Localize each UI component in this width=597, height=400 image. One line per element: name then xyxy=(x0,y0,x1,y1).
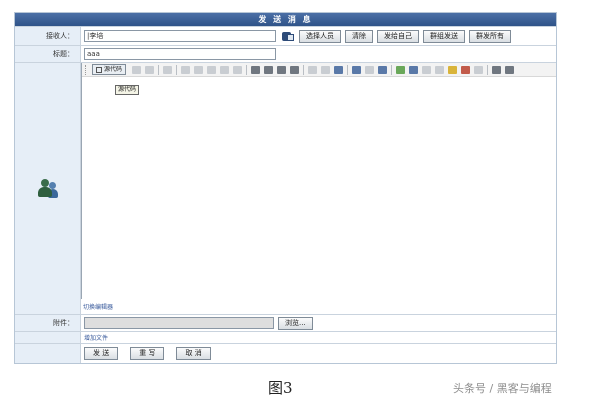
horizontal-rule-icon[interactable] xyxy=(435,65,445,74)
unordered-list-icon[interactable] xyxy=(321,65,331,74)
link-icon[interactable] xyxy=(352,65,362,74)
source-code-icon xyxy=(96,66,102,73)
recipient-input[interactable]: |李培 xyxy=(84,30,276,42)
paste-icon[interactable] xyxy=(207,65,217,74)
strikethrough-icon[interactable] xyxy=(290,65,300,74)
send-message-form: 发 送 消 息 接收人： |李培 选择人员 清除 发给自己 群组发送 群发所有 … xyxy=(14,12,557,364)
rich-text-editor[interactable]: 源代码 源代码 xyxy=(81,63,556,299)
paste-text-icon[interactable] xyxy=(220,65,230,74)
add-file-link[interactable]: 增加文件 xyxy=(84,333,108,342)
cancel-button[interactable]: 取 消 xyxy=(176,347,211,360)
recipient-row: 接收人： |李培 选择人员 清除 发给自己 群组发送 群发所有 xyxy=(15,26,556,45)
template-icon[interactable] xyxy=(145,65,155,74)
text-color-icon[interactable] xyxy=(492,65,502,74)
attachment-row: 附件： 浏览... xyxy=(15,314,556,331)
clear-button[interactable]: 清除 xyxy=(345,29,373,43)
toolbar-separator xyxy=(303,64,305,75)
toolbar-handle[interactable] xyxy=(85,64,88,75)
users-icon xyxy=(37,178,58,199)
toolbar-separator xyxy=(176,64,178,75)
special-char-icon[interactable] xyxy=(461,65,471,74)
switch-editor-link[interactable]: 切换编辑器 xyxy=(83,302,113,311)
toolbar-separator xyxy=(391,64,393,75)
preview-icon[interactable] xyxy=(132,65,142,74)
figure-caption: 图3 xyxy=(268,379,293,397)
italic-icon[interactable] xyxy=(264,65,274,74)
unlink-icon[interactable] xyxy=(365,65,375,74)
actions-row: 发 送 重 写 取 消 xyxy=(15,343,556,363)
recipient-label: 接收人： xyxy=(15,27,81,45)
toolbar-separator xyxy=(347,64,349,75)
image-icon[interactable] xyxy=(396,65,406,74)
toolbar-separator xyxy=(246,64,248,75)
page-break-icon[interactable] xyxy=(474,65,484,74)
watermark: 头条号 / 黑客与编程 xyxy=(453,382,552,395)
reset-button[interactable]: 重 写 xyxy=(130,347,165,360)
underline-icon[interactable] xyxy=(277,65,287,74)
source-code-label: 源代码 xyxy=(104,66,123,73)
paste-word-icon[interactable] xyxy=(233,65,243,74)
outdent-icon[interactable] xyxy=(334,65,344,74)
form-title: 发 送 消 息 xyxy=(15,13,556,26)
send-to-self-button[interactable]: 发给自己 xyxy=(377,29,419,43)
select-people-button[interactable]: 选择人员 xyxy=(299,29,341,43)
ordered-list-icon[interactable] xyxy=(308,65,318,74)
attachment-label: 附件： xyxy=(15,315,81,331)
add-file-row: 增加文件 xyxy=(15,331,556,343)
bold-icon[interactable] xyxy=(251,65,261,74)
subject-input[interactable]: aaa xyxy=(84,48,276,60)
print-icon[interactable] xyxy=(163,65,173,74)
table-icon[interactable] xyxy=(422,65,432,74)
anchor-icon[interactable] xyxy=(378,65,388,74)
address-book-icon[interactable] xyxy=(282,31,295,42)
subject-label: 标题： xyxy=(15,46,81,62)
editor-toolbar: 源代码 xyxy=(82,63,556,77)
send-all-button[interactable]: 群发所有 xyxy=(469,29,511,43)
smiley-icon[interactable] xyxy=(448,65,458,74)
copy-icon[interactable] xyxy=(194,65,204,74)
background-color-icon[interactable] xyxy=(505,65,515,74)
cut-icon[interactable] xyxy=(181,65,191,74)
source-code-tooltip: 源代码 xyxy=(115,85,140,95)
group-send-button[interactable]: 群组发送 xyxy=(423,29,465,43)
toolbar-separator xyxy=(487,64,489,75)
subject-row: 标题： aaa xyxy=(15,45,556,62)
attachment-path-field[interactable] xyxy=(84,317,274,329)
send-button[interactable]: 发 送 xyxy=(84,347,119,360)
flash-icon[interactable] xyxy=(409,65,419,74)
content-row: 源代码 源代码 切换编辑器 xyxy=(15,62,556,314)
source-code-button[interactable]: 源代码 xyxy=(92,64,127,75)
browse-button[interactable]: 浏览... xyxy=(278,316,313,330)
toolbar-separator xyxy=(158,64,160,75)
